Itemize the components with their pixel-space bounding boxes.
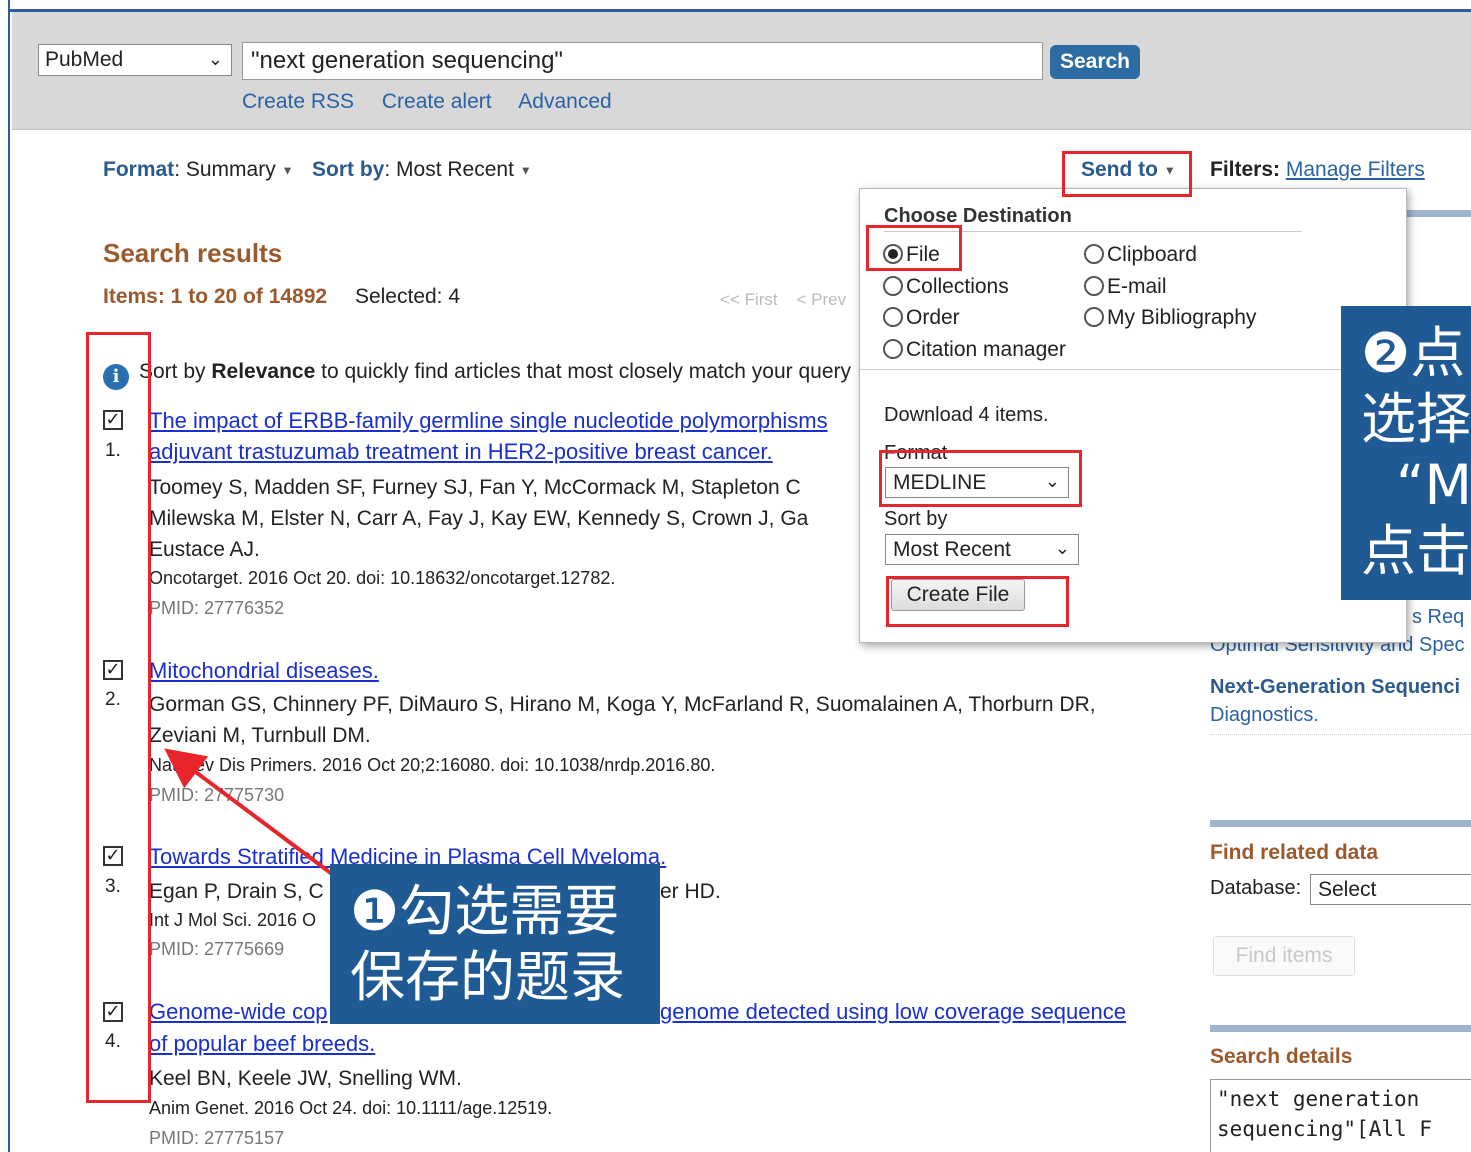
radio-icon [1084,244,1104,264]
format-menu[interactable]: Format: Summary ▼ [103,158,293,182]
radio-icon [883,276,903,296]
search-input[interactable]: "next generation sequencing" [242,42,1043,80]
pager: << First < Prev [720,290,846,310]
result-authors: Zeviani M, Turnbull DM. [149,724,371,747]
filters-area: Filters: Manage Filters [1210,158,1425,182]
destination-bibliography-radio[interactable]: My Bibliography [1084,306,1256,330]
caret-down-icon: ▼ [281,163,294,178]
result-title-link[interactable]: Genome-wide cop [149,999,328,1025]
sidebar-fragment[interactable]: s Req [1412,606,1464,629]
callout-text: 保存的题录 [350,945,626,1009]
chevron-down-icon: ⌄ [207,49,223,69]
database-select-value: PubMed [45,48,124,71]
radio-icon [1084,307,1104,327]
search-details-line: "next generation [1217,1087,1420,1111]
callout-text: ❷点 [1361,321,1466,385]
filters-label: Filters: [1210,158,1281,181]
search-details-line: sequencing"[All F [1217,1117,1432,1141]
format-value: Summary [185,158,276,181]
result-source: Anim Genet. 2016 Oct 24. doi: 10.1111/ag… [149,1098,553,1118]
caret-down-icon: ▼ [519,163,532,178]
related-database-value: Select [1318,878,1377,901]
result-source: Nat Rev Dis Primers. 2016 Oct 20;2:16080… [149,755,716,775]
callout-text: “M [1361,453,1471,517]
create-alert-link[interactable]: Create alert [382,90,492,113]
radio-icon [1084,276,1104,296]
sort-label: Sort by [312,158,385,181]
selected-count: Selected: 4 [354,285,461,308]
search-button[interactable]: Search [1050,45,1140,79]
relevance-link[interactable]: Relevance [211,360,315,383]
result-title-link[interactable]: The impact of ERBB-family germline singl… [149,408,828,434]
relevance-tip: i Sort by Relevance to quickly find artic… [103,360,851,390]
result-title-link[interactable]: of popular beef breeds. [149,1031,375,1057]
result-authors: Gorman GS, Chinnery PF, DiMauro S, Hiran… [149,693,1096,716]
result-title-link[interactable]: adjuvant trastuzumab treatment in HER2-p… [149,439,773,465]
database-label: Database: [1210,877,1302,899]
pager-first[interactable]: << First [720,290,778,309]
result-authors: Eustace AJ. [149,538,260,561]
result-title-link[interactable]: genome detected using low coverage seque… [660,999,1126,1025]
annotation-box-send-to [1062,151,1192,197]
callout-step-two: ❷点 选择 “M 点击 [1341,306,1471,600]
items-summary: Items: 1 to 20 of 14892 Selected: 4 [103,285,460,309]
items-count: Items: 1 to 20 of 14892 [103,285,328,308]
annotation-box-checkboxes [86,332,151,1103]
annotation-box-create-file [886,576,1069,627]
chevron-down-icon: ⌄ [1054,538,1070,558]
callout-text: 点击 [1361,519,1471,583]
sort-value: Most Recent [396,158,514,181]
result-pmid: PMID: 27776352 [149,598,285,618]
related-data-heading: Find related data [1210,841,1379,864]
result-pmid: PMID: 27775730 [149,785,285,805]
sidebar-divider [1210,1025,1471,1032]
destination-collections-radio[interactable]: Collections [883,275,1009,299]
results-heading: Search results [103,238,283,268]
result-authors: Toomey S, Madden SF, Furney SJ, Fan Y, M… [149,476,801,499]
manage-filters-link[interactable]: Manage Filters [1286,158,1425,181]
sidebar-article-title[interactable]: Next-Generation Sequenci [1210,676,1460,699]
radio-icon [883,307,903,327]
search-sublinks: Create RSS Create alert Advanced [242,90,634,114]
result-authors: Keel BN, Keele JW, Snelling WM. [149,1067,462,1090]
database-select[interactable]: PubMed ⌄ [38,44,232,76]
search-details-heading: Search details [1210,1045,1353,1068]
callout-step-one: ❶勾选需要 保存的题录 [330,864,660,1024]
frame-top-border [0,0,1471,12]
annotation-box-file [866,225,962,271]
search-details-box[interactable]: "next generation sequencing"[All F [1210,1079,1471,1152]
frame-left-border [0,0,10,1152]
callout-text: ❶勾选需要 [350,879,620,943]
destination-order-radio[interactable]: Order [883,306,960,330]
result-authors: er HD. [660,880,721,903]
result-authors: Milewska M, Elster N, Carr A, Fay J, Kay… [149,507,809,530]
result-source: Oncotarget. 2016 Oct 20. doi: 10.18632/o… [149,568,616,588]
find-items-button[interactable]: Find items [1213,936,1355,976]
result-source: Int J Mol Sci. 2016 O [149,910,317,930]
sidebar-article-source: Diagnostics. [1210,704,1319,726]
callout-text: 选择 [1361,387,1471,451]
related-database-select[interactable]: Select [1310,874,1471,905]
divider [860,369,1408,370]
sort-menu[interactable]: Sort by: Most Recent ▼ [312,158,532,182]
pager-prev[interactable]: < Prev [797,290,847,309]
download-count: Download 4 items. [884,404,1049,426]
create-rss-link[interactable]: Create RSS [242,90,354,113]
sort-by-field-label: Sort by [884,508,948,530]
sidebar-divider [1210,820,1471,827]
annotation-box-format [879,450,1082,507]
destination-clipboard-radio[interactable]: Clipboard [1084,243,1197,267]
destination-citation-manager-radio[interactable]: Citation manager [883,338,1066,362]
format-label: Format [103,158,175,181]
radio-icon [883,339,903,359]
file-sort-value: Most Recent [893,538,1011,561]
result-authors: Egan P, Drain S, C [149,880,324,903]
destination-email-radio[interactable]: E-mail [1084,275,1167,299]
result-pmid: PMID: 27775669 [149,939,285,959]
sidebar-divider [1210,734,1471,735]
result-pmid: PMID: 27775157 [149,1128,285,1148]
file-sort-select[interactable]: Most Recent ⌄ [885,534,1079,565]
advanced-link[interactable]: Advanced [518,90,611,113]
result-title-link[interactable]: Mitochondrial diseases. [149,658,379,684]
